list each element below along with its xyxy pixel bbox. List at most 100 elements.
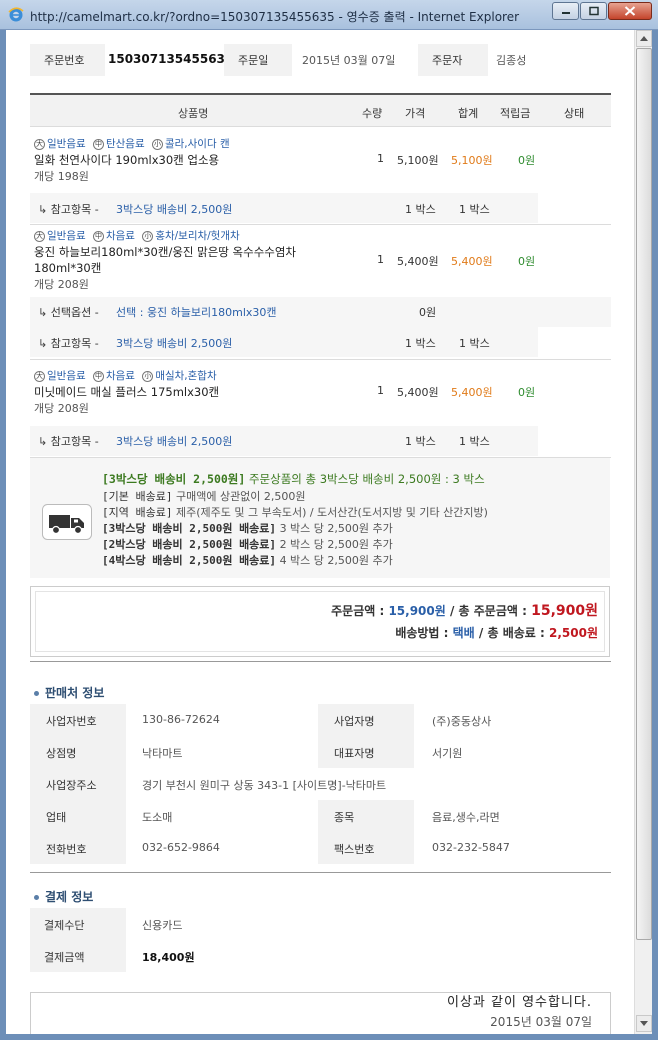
product-price: 5,400원 (397, 386, 439, 399)
business-no-label: 사업자번호 (46, 715, 97, 728)
sub-col2: 1 박스 (459, 337, 490, 350)
sub-col1: 1 박스 (405, 203, 436, 216)
shipping-method-line: 배송방법 : 택배 / 총 배송료 : 2,500원 (395, 626, 598, 640)
product-name: 웅진 하늘보리180ml*30캔/웅진 맑은땅 옥수수수염차 (34, 245, 297, 259)
sub-label: ↳ 선택옵션 - (38, 306, 99, 319)
product-qty: 1 (377, 384, 384, 397)
business-name-label: 사업자명 (334, 715, 375, 728)
buyer-value: 김종성 (496, 54, 527, 67)
product-name: 미닛메이드 매실 플러스 175mlx30캔 (34, 385, 220, 399)
shipping-summary: [3박스당 배송비 2,500원] 주문상품의 총 3박스당 배송비 2,500… (102, 472, 485, 486)
sub-value: 선택 : 웅진 하늘보리180mlx30캔 (116, 306, 277, 319)
col-qty: 수량 (362, 107, 383, 120)
scroll-up-button[interactable] (636, 30, 652, 47)
product-name-line2: 180ml*30캔 (34, 261, 102, 275)
payment-amount-value: 18,400원 (142, 951, 195, 964)
order-amount-line: 주문금액 : 15,900원 / 총 주문금액 : 15,900원 (331, 603, 598, 619)
product-category: 大 일반음료 中 차음료 小 홍차/보리차/헛개차 (34, 230, 240, 242)
arrow-up-icon (640, 36, 648, 41)
shipping-rule-region: [지역 배송료] 제주(제주도 및 그 부속도서) / 도서산간(도서지방 및 … (102, 506, 488, 519)
product-total: 5,400원 (451, 255, 493, 268)
shipping-rule-basic: [기본 배송료] 구매액에 상관없이 2,500원 (102, 490, 306, 503)
store-name-label: 상점명 (46, 747, 77, 760)
maximize-icon (588, 6, 599, 16)
product-total: 5,400원 (451, 386, 493, 399)
sub-value: 3박스당 배송비 2,500원 (116, 435, 233, 448)
minimize-icon (561, 12, 570, 14)
sub-col1: 1 박스 (405, 337, 436, 350)
arrow-return-icon: ↳ (38, 337, 51, 350)
product-unit-price: 개당 208원 (34, 402, 89, 415)
delivery-truck-icon (42, 504, 92, 540)
product-point: 0원 (518, 386, 536, 399)
payment-method-value: 신용카드 (142, 919, 183, 932)
fax-label: 팩스번호 (334, 843, 375, 856)
business-item-value: 음료,생수,라면 (432, 811, 500, 824)
shipping-rule-2box: [2박스당 배송비 2,500원 배송료] 2 박스 당 2,500원 추가 (102, 538, 393, 551)
product-name: 일화 천연사이다 190mlx30캔 업소용 (34, 153, 220, 167)
phone-label: 전화번호 (46, 843, 87, 856)
sub-col2: 1 박스 (459, 203, 490, 216)
col-status: 상태 (564, 107, 585, 120)
buyer-label: 주문자 (432, 54, 463, 67)
sub-label: ↳ 참고항목 - (38, 337, 99, 350)
medium-category-icon: 中 (92, 138, 104, 150)
scroll-thumb[interactable] (636, 48, 652, 940)
order-date-value: 2015년 03월 07일 (302, 54, 396, 67)
scroll-down-button[interactable] (636, 1015, 652, 1032)
arrow-return-icon: ↳ (38, 435, 51, 448)
product-qty: 1 (377, 152, 384, 165)
product-total: 5,100원 (451, 154, 493, 167)
business-item-label: 종목 (334, 811, 355, 824)
ceo-name-value: 서기원 (432, 747, 463, 760)
small-category-icon: 小 (151, 138, 163, 150)
order-date-label: 주문일 (238, 54, 269, 67)
sub-value: 3박스당 배송비 2,500원 (116, 203, 233, 216)
business-type-value: 도소매 (142, 811, 173, 824)
arrow-return-icon: ↳ (38, 203, 51, 216)
col-price: 가격 (405, 107, 426, 120)
product-price: 5,100원 (397, 154, 439, 167)
large-category-icon: 大 (34, 370, 45, 382)
business-no-value: 130-86-72624 (142, 713, 220, 726)
product-qty: 1 (377, 253, 384, 266)
receipt-confirm-text: 이상과 같이 영수합니다. (447, 995, 592, 1010)
payment-info-title: 결제 정보 (34, 888, 93, 905)
sub-col1: 1 박스 (405, 435, 436, 448)
close-button[interactable] (608, 2, 652, 20)
address-value: 경기 부천시 원미구 상동 343-1 [사이트명]-낙타마트 (142, 779, 387, 792)
product-unit-price: 개당 198원 (34, 170, 89, 183)
payment-method-label: 결제수단 (44, 919, 85, 932)
maximize-button[interactable] (580, 2, 607, 20)
vertical-scrollbar[interactable] (634, 30, 652, 1034)
store-name-value: 낙타마트 (142, 747, 183, 760)
order-total-box (30, 586, 610, 657)
close-icon (624, 6, 636, 16)
medium-category-icon: 中 (92, 230, 104, 242)
address-label: 사업장주소 (46, 779, 97, 792)
product-category: 大 일반음료 中 탄산음료 小 콜라,사이다 캔 (34, 138, 230, 150)
shipping-rule-3box: [3박스당 배송비 2,500원 배송료] 3 박스 당 2,500원 추가 (102, 522, 393, 535)
phone-value: 032-652-9864 (142, 841, 220, 854)
col-total: 합계 (458, 107, 479, 120)
sub-value: 3박스당 배송비 2,500원 (116, 337, 233, 350)
product-price: 5,400원 (397, 255, 439, 268)
large-category-icon: 大 (34, 138, 45, 150)
receipt-page: 주문번호 150307135455635 주문일 2015년 03월 07일 주… (6, 30, 652, 1034)
col-product: 상품명 (178, 107, 209, 120)
window-title: http://camelmart.co.kr/?ordno=1503071354… (30, 10, 520, 24)
arrow-return-icon: ↳ (38, 306, 51, 319)
business-type-label: 업태 (46, 811, 67, 824)
small-category-icon: 小 (142, 370, 154, 382)
minimize-button[interactable] (552, 2, 579, 20)
small-category-icon: 小 (142, 230, 154, 242)
window-titlebar: http://camelmart.co.kr/?ordno=1503071354… (0, 0, 658, 30)
large-category-icon: 大 (34, 230, 45, 242)
sub-label: ↳ 참고항목 - (38, 435, 99, 448)
arrow-down-icon (640, 1021, 648, 1026)
product-point: 0원 (518, 154, 536, 167)
shipping-rule-4box: [4박스당 배송비 2,500원 배송료] 4 박스 당 2,500원 추가 (102, 554, 393, 567)
seller-info-title: 판매처 정보 (34, 684, 104, 701)
sub-label: ↳ 참고항목 - (38, 203, 99, 216)
order-no-value: 150307135455635 (108, 52, 234, 66)
